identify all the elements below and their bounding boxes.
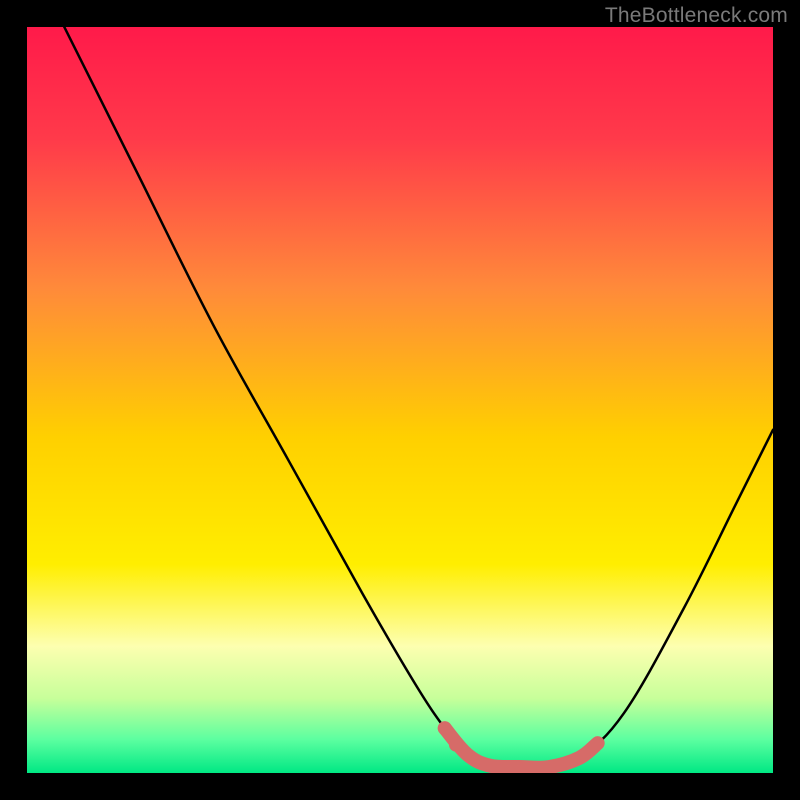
- highlight-dot: [449, 738, 463, 752]
- plot-area: [27, 27, 773, 773]
- highlight-dot: [438, 721, 452, 735]
- background-gradient: [27, 27, 773, 773]
- chart-frame: TheBottleneck.com: [0, 0, 800, 800]
- watermark-text: TheBottleneck.com: [605, 4, 788, 28]
